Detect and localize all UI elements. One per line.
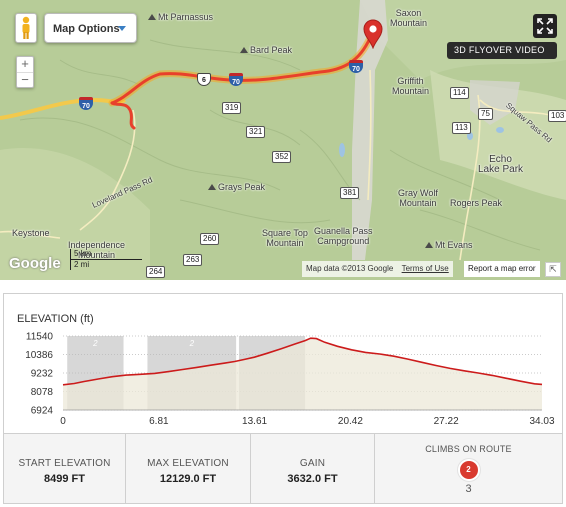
route-sign: 381 [340,187,360,199]
max-elevation-value: 12129.0 FT [159,473,217,485]
map-label-gray-wolf-mountain: Gray Wolf Mountain [398,188,438,208]
zoom-out-button[interactable]: − [17,72,33,87]
map-attribution: Map data ©2013 Google Terms of Use [302,261,453,277]
gain-value: 3632.0 FT [287,473,338,485]
peak-icon [148,14,156,20]
route-sign: 263 [183,254,203,266]
start-elevation-label: START ELEVATION [18,458,111,469]
route-sign: 103 [548,110,566,122]
y-tick-label: 8078 [31,387,54,398]
peak-icon [425,242,433,248]
route-sign: 319 [222,102,242,114]
pegman-icon [22,16,30,39]
x-tick-label: 6.81 [149,416,169,427]
route-sign: 114 [450,87,469,99]
resize-corner-icon[interactable]: ⇱ [545,262,561,277]
stat-max-elevation: MAX ELEVATION 12129.0 FT [126,434,251,504]
map-label-echo-lake-park: Echo Lake Park [478,154,524,175]
attribution-text: Map data ©2013 Google [306,264,394,273]
map-label-grays-peak: Grays Peak [208,182,265,192]
route-page: Mt Parnassus Bard Peak Saxon Mountain Gr… [0,0,566,507]
map-label-guanella-pass-campground: Guanella Pass Campground [314,226,373,246]
peak-icon [240,47,248,53]
gain-label: GAIN [299,458,326,469]
x-tick-label: 27.22 [434,416,459,427]
route-map[interactable]: Mt Parnassus Bard Peak Saxon Mountain Gr… [0,0,566,280]
map-label-bard-peak: Bard Peak [240,45,292,55]
expand-icon [537,18,553,34]
climbs-label: CLIMBS ON ROUTE [425,444,512,454]
street-view-pegman[interactable] [15,13,37,43]
map-scale: 5 km 2 mi [70,249,142,270]
map-label-mt-parnassus: Mt Parnassus [148,12,213,22]
map-label-keystone: Keystone [12,228,50,238]
scale-mi: 2 mi [70,260,118,270]
x-tick-label: 34.03 [529,416,554,427]
y-tick-label: 10386 [25,350,53,361]
google-logo: Google [9,255,61,272]
route-sign: 260 [200,233,220,245]
map-options-button[interactable]: Map Options [44,13,137,43]
elevation-panel: ELEVATION (ft) 2 2 11540 10386 9232 8078 6924 0… [3,293,563,504]
terms-of-use-link[interactable]: Terms of Use [402,264,449,273]
flyover-label: 3D FLYOVER VIDEO [454,45,545,55]
map-options-label: Map Options [53,23,120,35]
climb-category-icon: 2 [459,461,478,479]
route-sign: 352 [272,151,292,163]
route-end-marker[interactable] [362,19,384,54]
flyover-video-button[interactable]: 3D FLYOVER VIDEO [447,42,557,59]
map-label-mt-evans: Mt Evans [425,240,473,250]
zoom-in-button[interactable]: + [17,57,33,72]
max-elevation-label: MAX ELEVATION [147,458,229,469]
route-stats: START ELEVATION 8499 FT MAX ELEVATION 12… [4,433,562,504]
stat-climbs[interactable]: CLIMBS ON ROUTE 2 3 [375,434,562,504]
y-tick-label: 11540 [26,332,54,343]
map-label-saxon-mountain: Saxon Mountain [390,8,428,28]
y-tick-label: 6924 [31,406,54,417]
climbs-count: 3 [465,483,472,495]
elevation-chart[interactable]: 2 2 11540 10386 9232 8078 6924 0 6.81 13.61 20.42 2… [4,294,562,432]
map-label-rogers-peak: Rogers Peak [450,198,503,208]
fullscreen-button[interactable] [533,14,557,38]
stat-start-elevation: START ELEVATION 8499 FT [4,434,126,504]
x-tick-label: 20.42 [338,416,363,427]
zoom-control: + − [16,56,34,88]
route-sign: 321 [246,126,266,138]
start-elevation-value: 8499 FT [44,473,85,485]
y-tick-label: 9232 [31,369,54,380]
climb-badge: 2 [92,339,98,348]
route-sign: 113 [452,122,471,134]
route-sign: 75 [478,108,493,120]
scale-km: 5 km [70,249,142,260]
chevron-down-icon [118,26,126,31]
stat-gain: GAIN 3632.0 FT [251,434,375,504]
route-sign: 264 [146,266,166,278]
report-map-error-link[interactable]: Report a map error [464,261,540,277]
x-tick-label: 13.61 [242,416,267,427]
x-tick-label: 0 [60,416,66,427]
map-pin-icon [363,19,383,50]
climb-badge: 2 [189,339,195,348]
peak-icon [208,184,216,190]
map-label-griffith-mountain: Griffith Mountain [392,76,430,96]
map-label-square-top-mountain: Square Top Mountain [262,228,308,248]
